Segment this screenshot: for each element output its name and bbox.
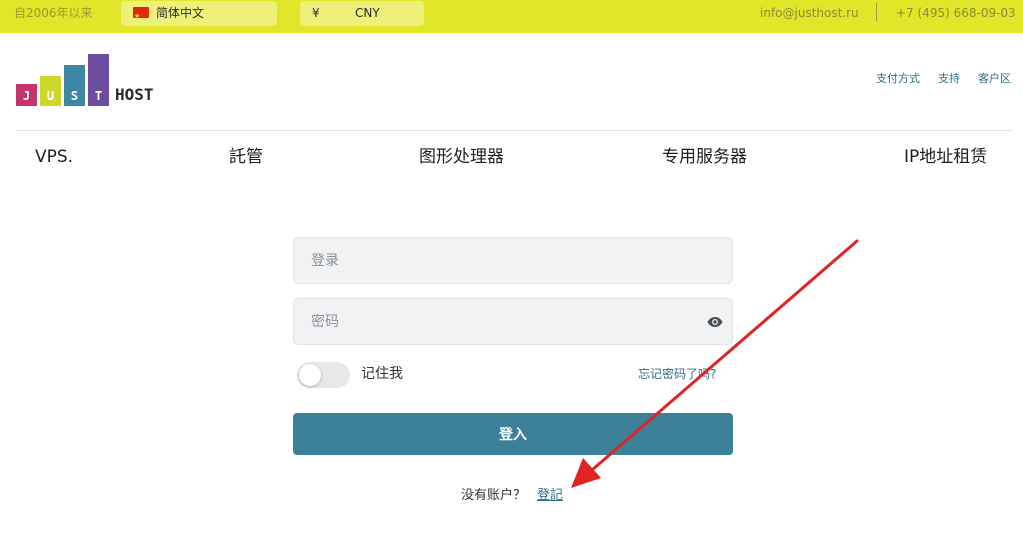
contact-email-link[interactable]: info@justhost.ru <box>760 6 859 20</box>
header-divider <box>16 130 1013 131</box>
remember-me-toggle[interactable] <box>297 362 350 388</box>
toggle-knob <box>299 364 321 386</box>
nav-item-gpu[interactable]: 图形处理器 <box>419 146 504 168</box>
nav-item-ip-rental[interactable]: IP地址租赁 <box>904 146 987 168</box>
nav-item-hosting[interactable]: 託管 <box>229 146 263 168</box>
register-link[interactable]: 登記 <box>537 488 563 504</box>
logo-host-text: HOST <box>115 85 154 104</box>
currency-selector[interactable]: ¥ CNY <box>300 1 424 26</box>
nav-item-vps[interactable]: VPS. <box>35 146 73 168</box>
logo-bar-j: J <box>16 84 37 106</box>
currency-label: CNY <box>355 6 380 20</box>
eye-icon[interactable] <box>707 315 723 329</box>
currency-symbol: ¥ <box>312 6 320 20</box>
header-link-payment-methods[interactable]: 支付方式 <box>876 72 920 86</box>
nav-item-dedicated-servers[interactable]: 专用服务器 <box>662 146 747 168</box>
contact-phone-link[interactable]: +7 (495) 668-09-03 <box>896 6 1016 20</box>
language-label: 简体中文 <box>156 6 205 20</box>
password-input[interactable] <box>294 299 732 344</box>
language-selector[interactable]: 简体中文 <box>121 1 277 29</box>
login-field <box>293 237 733 284</box>
remember-me-label: 记住我 <box>361 366 403 382</box>
china-flag-icon <box>133 4 149 29</box>
login-button[interactable]: 登入 <box>293 413 733 455</box>
password-field <box>293 298 733 345</box>
forgot-password-link[interactable]: 忘记密码了吗? <box>638 367 716 381</box>
header-link-client-area[interactable]: 客户区 <box>978 72 1011 86</box>
divider <box>876 3 877 21</box>
header-link-support[interactable]: 支持 <box>938 72 960 86</box>
logo-bar-u: U <box>40 76 61 106</box>
top-bar: 自2006年以来 简体中文 ¥ CNY info@justhost.ru +7 … <box>0 0 1023 33</box>
since-text: 自2006年以来 <box>14 6 93 20</box>
logo-bar-t: T <box>88 54 109 106</box>
justhost-logo[interactable]: J U S T HOST <box>16 52 156 106</box>
no-account-text: 没有账户？ <box>461 488 527 503</box>
login-input[interactable] <box>294 238 732 283</box>
logo-bar-s: S <box>64 65 85 106</box>
